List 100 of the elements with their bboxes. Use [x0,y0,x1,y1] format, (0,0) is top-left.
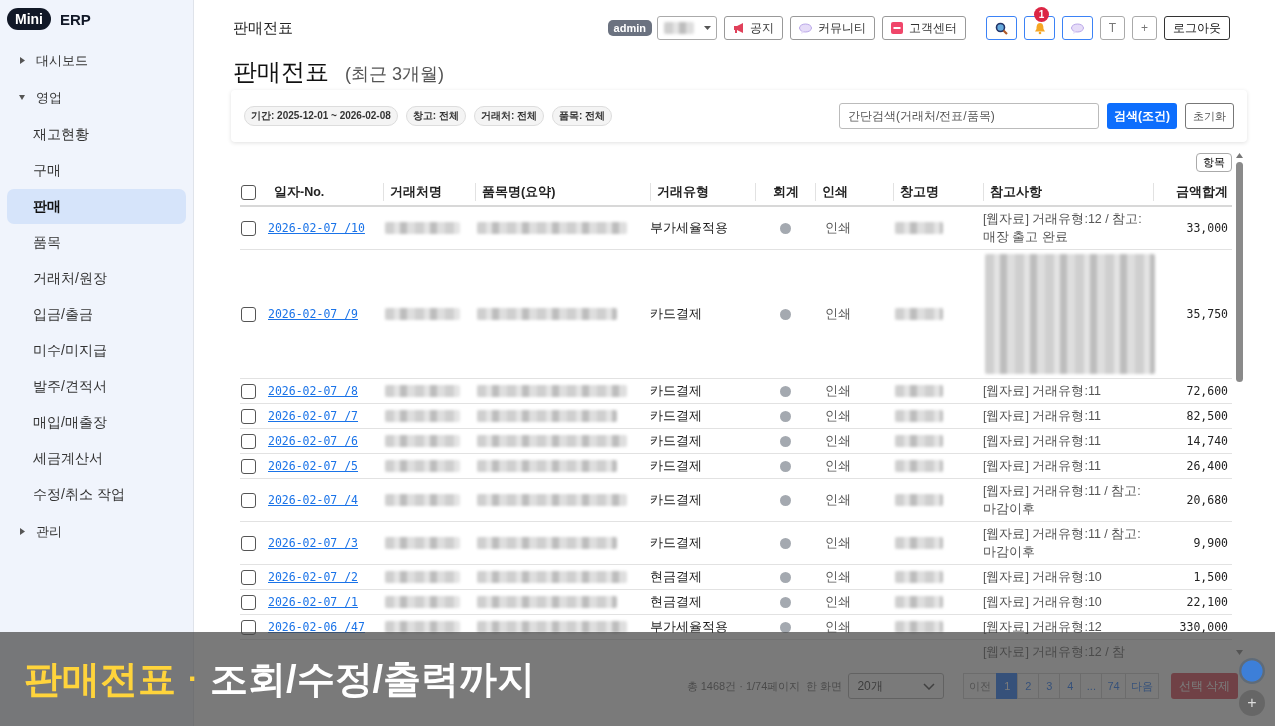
chat-button[interactable] [1062,16,1093,40]
print-link[interactable]: 인쇄 [815,404,893,428]
document-link[interactable]: 2026-02-07 /8 [268,379,358,403]
table-cell-text: 330,000 [1178,619,1229,636]
table-cell-text: 카드결제 [650,492,703,509]
sidebar-item[interactable]: 구매 [7,153,186,188]
sidebar-group[interactable]: 대시보드 [36,51,88,70]
column-header: 일자-No. [273,184,326,201]
support-button[interactable]: 고객센터 [882,16,966,40]
filter-chip[interactable]: 거래처: 전체 [473,106,545,126]
print-link[interactable]: 인쇄 [815,531,893,555]
column-header: 창고명 [893,183,983,201]
row-checkbox[interactable] [241,220,256,236]
column-header: 참고사항 [983,183,1153,201]
table-cell-text: 카드결제 [650,458,703,475]
print-link[interactable]: 인쇄 [815,454,893,478]
document-link[interactable]: 2026-02-07 /5 [268,454,358,478]
filter-chip[interactable]: 품목: 전체 [552,106,613,126]
row-checkbox[interactable] [241,535,256,551]
table-cell-text: 카드결제 [650,306,703,323]
print-link[interactable]: 인쇄 [815,379,893,403]
table-cell-text: [웹자료] 거래유형:10 [983,594,1103,611]
community-button[interactable]: 커뮤니티 [790,16,875,40]
add-button[interactable]: + [1239,690,1265,716]
table-cell-text: 82,500 [1185,408,1229,425]
search-button[interactable] [986,16,1017,40]
column-header: 회계 [755,183,815,201]
document-link[interactable]: 2026-02-07 /2 [268,565,358,589]
sidebar-item[interactable]: 거래처/원장 [7,261,186,296]
notice-button[interactable]: 공지 [724,16,783,40]
blurred-text [895,385,943,397]
table-cell-text: 14,740 [1185,433,1229,450]
select-all-checkbox[interactable] [241,184,256,200]
document-link[interactable]: 2026-02-07 /4 [268,488,358,512]
logout-button[interactable]: 로그아웃 [1164,16,1230,40]
caret-right-icon[interactable] [19,528,26,535]
reset-button[interactable]: 초기화 [1185,103,1234,129]
sidebar-item[interactable]: 매입/매출장 [7,405,186,440]
filter-chip[interactable]: 기간: 2025-12-01 ~ 2026-02-08 [244,106,398,126]
row-checkbox[interactable] [241,306,256,322]
blurred-text [895,410,943,422]
columns-button[interactable]: 항목 [1196,153,1232,172]
row-checkbox[interactable] [241,492,256,508]
row-checkbox[interactable] [241,433,256,449]
sidebar-item[interactable]: 발주/견적서 [7,369,186,404]
sidebar-item[interactable]: 판매 [7,189,186,224]
blurred-text [895,494,943,506]
print-link[interactable]: 인쇄 [815,590,893,614]
document-link[interactable]: 2026-02-07 /9 [268,302,358,326]
table-cell-text: [웹자료] 거래유형:12 / 참고:매장 출고 완료 [983,211,1143,246]
sidebar-item[interactable]: 품목 [7,225,186,260]
document-link[interactable]: 2026-02-07 /1 [268,590,358,614]
caption-text: 조회/수정/출력까지 [210,656,536,702]
caret-down-icon [704,26,711,30]
breadcrumb: 판매전표 [233,18,293,38]
sidebar-group[interactable]: 영업 [36,88,62,107]
row-checkbox[interactable] [241,408,256,424]
table-cell-text: 22,100 [1185,594,1229,611]
table-cell-text: 카드결제 [650,383,703,400]
print-link[interactable]: 인쇄 [815,565,893,589]
print-link[interactable]: 인쇄 [815,302,893,326]
caret-down-icon[interactable] [19,94,26,101]
speech-bubble-icon [1071,22,1084,34]
document-link[interactable]: 2026-02-07 /3 [268,531,358,555]
row-checkbox[interactable] [241,594,256,610]
table-cell-text: 26,400 [1185,458,1229,475]
sidebar-item[interactable]: 수정/취소 작업 [7,477,186,512]
blurred-text [895,537,943,549]
print-link[interactable]: 인쇄 [815,429,893,453]
search-field[interactable]: 간단검색(거래처/전표/품목) [839,103,1099,129]
search-button[interactable]: 검색(조건) [1107,103,1177,129]
caption-separator: · [188,662,198,696]
print-link[interactable]: 인쇄 [815,488,893,512]
table-cell-text: 부가세율적용 [650,619,729,636]
row-checkbox[interactable] [241,458,256,474]
sidebar-item[interactable]: 재고현황 [7,117,186,152]
sidebar-item[interactable]: 미수/미지급 [7,333,186,368]
bell-icon [1033,21,1046,35]
table-cell-text: 20,680 [1185,492,1229,509]
sidebar-item[interactable]: 세금계산서 [7,441,186,476]
page-title: 판매전표 [233,57,329,87]
table-cell-text: [웹자료] 거래유형:11 [983,433,1102,450]
document-link[interactable]: 2026-02-07 /7 [268,404,358,428]
document-link[interactable]: 2026-02-07 /6 [268,429,358,453]
page-subtitle: (최근 3개월) [345,63,444,86]
table-cell-text: [웹자료] 거래유형:10 [983,569,1103,586]
table-cell-text: 카드결제 [650,408,703,425]
sidebar-item[interactable]: 입금/출금 [7,297,186,332]
document-link[interactable]: 2026-02-07 /10 [268,216,365,240]
print-link[interactable]: 인쇄 [815,216,893,240]
sidebar-group[interactable]: 관리 [36,522,62,541]
row-checkbox[interactable] [241,383,256,399]
filter-chip[interactable]: 창고: 전체 [405,106,466,126]
toolbar-button[interactable]: T [1100,16,1125,40]
notification-button[interactable] [1024,16,1055,40]
caret-right-icon[interactable] [19,57,26,64]
toolbar-button[interactable]: + [1132,16,1157,40]
table-cell-text: 33,000 [1185,220,1229,237]
row-checkbox[interactable] [241,569,256,585]
table-cell-text: [웹자료] 거래유형:11 / 참고:마감이후 [983,526,1142,561]
